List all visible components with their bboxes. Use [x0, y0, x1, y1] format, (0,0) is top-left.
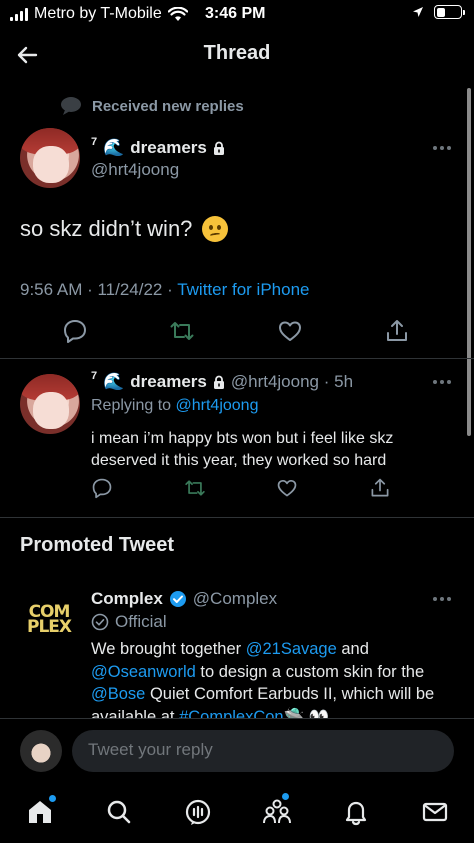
- reply-input[interactable]: Tweet your reply: [72, 730, 454, 772]
- display-name: dreamers: [130, 138, 207, 157]
- replying-to-link[interactable]: @hrt4joong: [176, 397, 259, 414]
- ad-text-part: We brought together: [91, 640, 246, 658]
- reply-text: i mean i’m happy bts won but i feel like…: [91, 430, 394, 469]
- ad-text-part: to design a custom skin for the: [195, 662, 425, 681]
- tab-spaces[interactable]: [178, 792, 218, 832]
- wifi-icon: [167, 6, 188, 21]
- more-icon[interactable]: [433, 597, 451, 601]
- share-icon[interactable]: [369, 477, 391, 499]
- wave-emoji: 🌊: [103, 138, 125, 157]
- tweet-timestamp: 9:56 AM · 11/24/22 ·: [20, 280, 178, 299]
- lock-icon: [213, 375, 224, 389]
- carrier-group: Metro by T-Mobile: [10, 5, 188, 23]
- signal-icon: [10, 7, 28, 21]
- status-right: [412, 5, 465, 19]
- divider: [0, 358, 474, 359]
- scrollbar[interactable]: [467, 88, 471, 436]
- comment-icon[interactable]: [91, 477, 113, 499]
- tweet-actions: [62, 318, 410, 344]
- received-replies-label: Received new replies: [92, 97, 244, 115]
- complex-logo-text: COM PLEX: [26, 602, 72, 637]
- bottom-tab-bar: [0, 784, 474, 843]
- comment-icon[interactable]: [62, 318, 88, 344]
- tweet-author[interactable]: 7 🌊 dreamers: [91, 136, 225, 158]
- retweet-icon[interactable]: [184, 477, 206, 499]
- official-text: Official: [115, 612, 167, 631]
- tab-notifications[interactable]: [336, 792, 376, 832]
- handle[interactable]: @hrt4joong: [91, 160, 179, 180]
- tab-communities[interactable]: [257, 792, 297, 832]
- promoted-text: We brought together @21Savage and @Osean…: [91, 638, 461, 728]
- tweet-text-content: so skz didn’t win?: [20, 216, 193, 241]
- communities-icon: [262, 799, 291, 823]
- clock: 3:46 PM: [205, 5, 266, 22]
- more-icon[interactable]: [433, 380, 451, 384]
- display-name: dreamers: [130, 372, 207, 391]
- promoted-author[interactable]: Complex @Complex: [91, 589, 277, 609]
- like-icon[interactable]: [277, 318, 303, 344]
- ad-text-part: and: [336, 640, 369, 658]
- share-icon[interactable]: [384, 318, 410, 344]
- verified-icon: [169, 591, 186, 607]
- avatar[interactable]: [20, 374, 80, 434]
- wave-emoji: 🌊: [103, 372, 125, 391]
- status-bar: Metro by T-Mobile 3:46 PM: [0, 0, 474, 30]
- promoted-heading: Promoted Tweet: [20, 534, 175, 556]
- reply-composer: Tweet your reply: [0, 718, 474, 784]
- tweet-text: so skz didn’t win?: [20, 216, 229, 242]
- reply-actions: [91, 477, 391, 499]
- lock-icon: [213, 141, 224, 155]
- carrier-name: Metro by T-Mobile: [34, 5, 162, 22]
- page-title: Thread: [203, 42, 271, 64]
- more-icon[interactable]: [433, 146, 451, 150]
- tab-messages[interactable]: [415, 792, 455, 832]
- speech-bubble-icon: [61, 97, 81, 115]
- home-icon: [28, 800, 51, 823]
- spaces-icon: [185, 799, 210, 825]
- notification-dot: [48, 794, 56, 802]
- mention-link[interactable]: @21Savage: [246, 640, 337, 658]
- notifications-icon: [345, 801, 366, 825]
- replying-to: Replying to @hrt4joong: [91, 397, 258, 415]
- mention-link[interactable]: @Bose: [91, 685, 145, 703]
- tweet-metadata: 9:56 AM · 11/24/22 · Twitter for iPhone: [20, 280, 309, 300]
- replying-prefix: Replying to: [91, 397, 176, 414]
- location-icon: [413, 7, 423, 17]
- complex-logo[interactable]: COM PLEX: [22, 596, 76, 644]
- top-bar: Thread: [0, 30, 474, 80]
- handle: @Complex: [192, 589, 278, 608]
- official-badge-icon: [91, 613, 109, 631]
- author-prefix: 7: [91, 136, 98, 148]
- retweet-icon[interactable]: [169, 318, 195, 344]
- notification-dot: [281, 792, 289, 800]
- tweet-source-link[interactable]: Twitter for iPhone: [177, 280, 309, 299]
- battery-icon: [434, 5, 465, 19]
- author-prefix: 7: [91, 370, 98, 382]
- confused-face-emoji: [202, 216, 229, 242]
- display-name: Complex: [91, 589, 163, 608]
- avatar[interactable]: [20, 128, 80, 188]
- messages-icon: [422, 802, 447, 821]
- official-label: Official: [91, 612, 167, 632]
- battery-level: [436, 7, 445, 17]
- like-icon[interactable]: [276, 477, 298, 499]
- handle-and-time: @hrt4joong · 5h: [230, 372, 354, 391]
- tab-search[interactable]: [99, 792, 139, 832]
- received-replies-banner[interactable]: Received new replies: [60, 96, 244, 116]
- reply-author[interactable]: 7 🌊 dreamers @hrt4joong · 5h: [91, 370, 354, 392]
- mention-link[interactable]: @Oseanworld: [91, 663, 196, 681]
- avatar[interactable]: [20, 730, 62, 772]
- divider: [0, 517, 474, 518]
- search-icon: [107, 800, 130, 823]
- tab-home[interactable]: [20, 792, 60, 832]
